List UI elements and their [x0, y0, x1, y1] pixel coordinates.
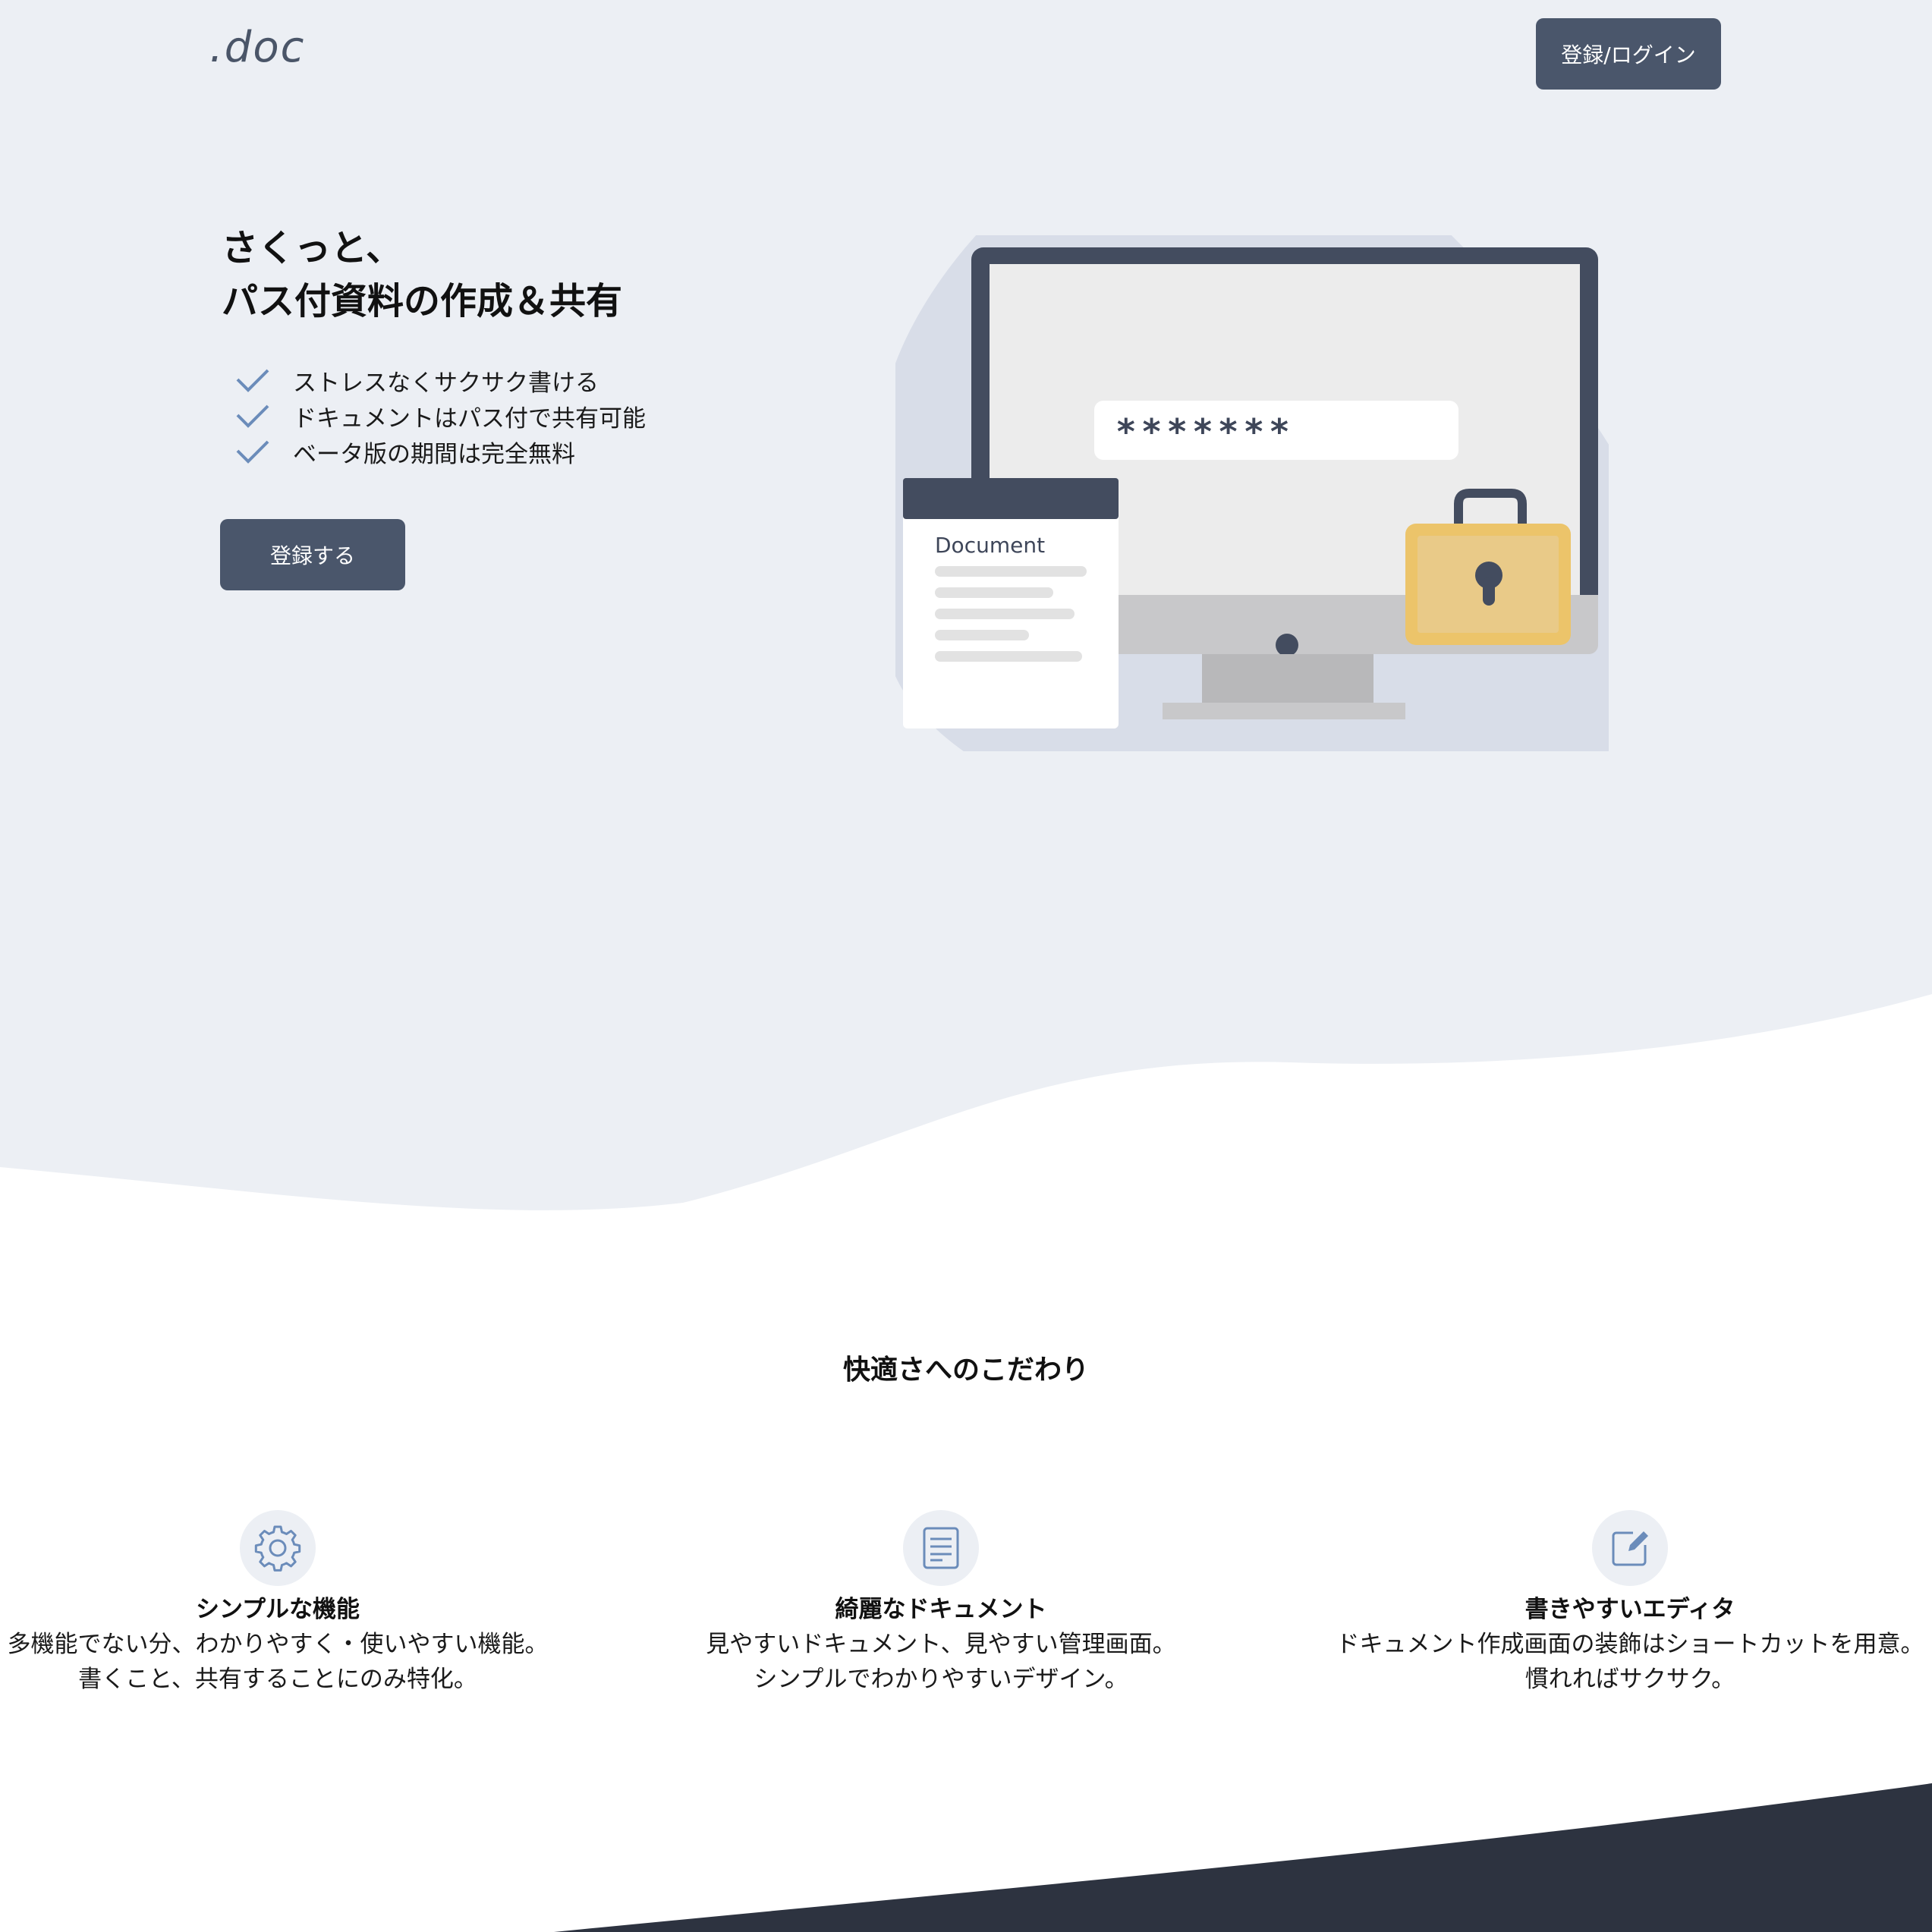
- hero-title: さくっと、 パス付資料の作成＆共有: [222, 222, 622, 328]
- document-icon: [923, 1527, 959, 1569]
- hero-title-line2: パス付資料の作成＆共有: [222, 280, 623, 323]
- document-line: [935, 609, 1075, 619]
- document-line: [935, 566, 1087, 577]
- edit-icon: [1612, 1531, 1648, 1566]
- check-icon: [236, 440, 269, 464]
- feature-desc-line2: 書くこと、共有することにのみ特化。: [78, 1666, 477, 1693]
- features-section-title: 快適さへのこだわり: [842, 1355, 1089, 1386]
- feature-title: 書きやすいエディタ: [1525, 1596, 1735, 1623]
- register-button[interactable]: 登録する: [220, 519, 405, 590]
- feature-icon-circle: [240, 1510, 316, 1586]
- feature-desc-line2: 慣れればサクサク。: [1525, 1666, 1735, 1693]
- footer-wave: [554, 1783, 1932, 1932]
- check-icon: [236, 369, 269, 392]
- power-button: [1276, 634, 1298, 656]
- document-line: [935, 630, 1029, 640]
- logo[interactable]: .doc: [209, 23, 305, 72]
- feature-card-simple: シンプルな機能 多機能でない分、わかりやすく・使いやすい機能。 書くこと、共有す…: [0, 1510, 604, 1697]
- feature-desc-line2: シンプルでわかりやすいデザイン。: [754, 1666, 1128, 1693]
- feature-checklist: ストレスなくサクサク書ける ドキュメントはパス付で共有可能 ベータ版の期間は完全…: [235, 363, 646, 470]
- feature-title: 綺麗なドキュメント: [835, 1596, 1047, 1623]
- password-mask: *******: [1115, 411, 1295, 452]
- document-line: [935, 587, 1053, 598]
- document-label: Document: [935, 533, 1046, 558]
- hero-illustration: ******* Document: [870, 113, 1672, 820]
- login-button[interactable]: 登録/ログイン: [1536, 18, 1721, 90]
- checklist-item-label: ドキュメントはパス付で共有可能: [293, 405, 646, 433]
- check-icon: [236, 404, 269, 428]
- feature-title: シンプルな機能: [195, 1596, 360, 1623]
- monitor-base: [1163, 703, 1405, 719]
- feature-card-document: 綺麗なドキュメント 見やすいドキュメント、見やすい管理画面。 シンプルでわかりや…: [615, 1510, 1267, 1697]
- feature-desc-line1: ドキュメント作成画面の装飾はショートカットを用意。: [1336, 1631, 1924, 1658]
- computer-illustration: [870, 113, 1672, 820]
- feature-icon-circle: [903, 1510, 979, 1586]
- checklist-item: ストレスなくサクサク書ける: [235, 363, 646, 398]
- monitor-neck: [1202, 654, 1373, 703]
- feature-card-editor: 書きやすいエディタ ドキュメント作成画面の装飾はショートカットを用意。 慣れれば…: [1304, 1510, 1932, 1697]
- feature-desc-line1: 多機能でない分、わかりやすく・使いやすい機能。: [7, 1631, 549, 1658]
- gear-icon: [254, 1525, 301, 1572]
- checklist-item-label: ベータ版の期間は完全無料: [293, 441, 575, 468]
- feature-desc-line1: 見やすいドキュメント、見やすい管理画面。: [706, 1631, 1176, 1658]
- landing-page: .doc 登録/ログイン さくっと、 パス付資料の作成＆共有 ストレスなくサクサ…: [0, 0, 1932, 1932]
- checklist-item: ドキュメントはパス付で共有可能: [235, 398, 646, 434]
- document-line: [935, 651, 1082, 662]
- hero-title-line1: さくっと、: [222, 227, 403, 269]
- checklist-item: ベータ版の期間は完全無料: [235, 434, 646, 470]
- checklist-item-label: ストレスなくサクサク書ける: [293, 370, 599, 397]
- feature-icon-circle: [1592, 1510, 1668, 1586]
- keyhole-bottom: [1483, 577, 1495, 606]
- document-header: [903, 478, 1119, 519]
